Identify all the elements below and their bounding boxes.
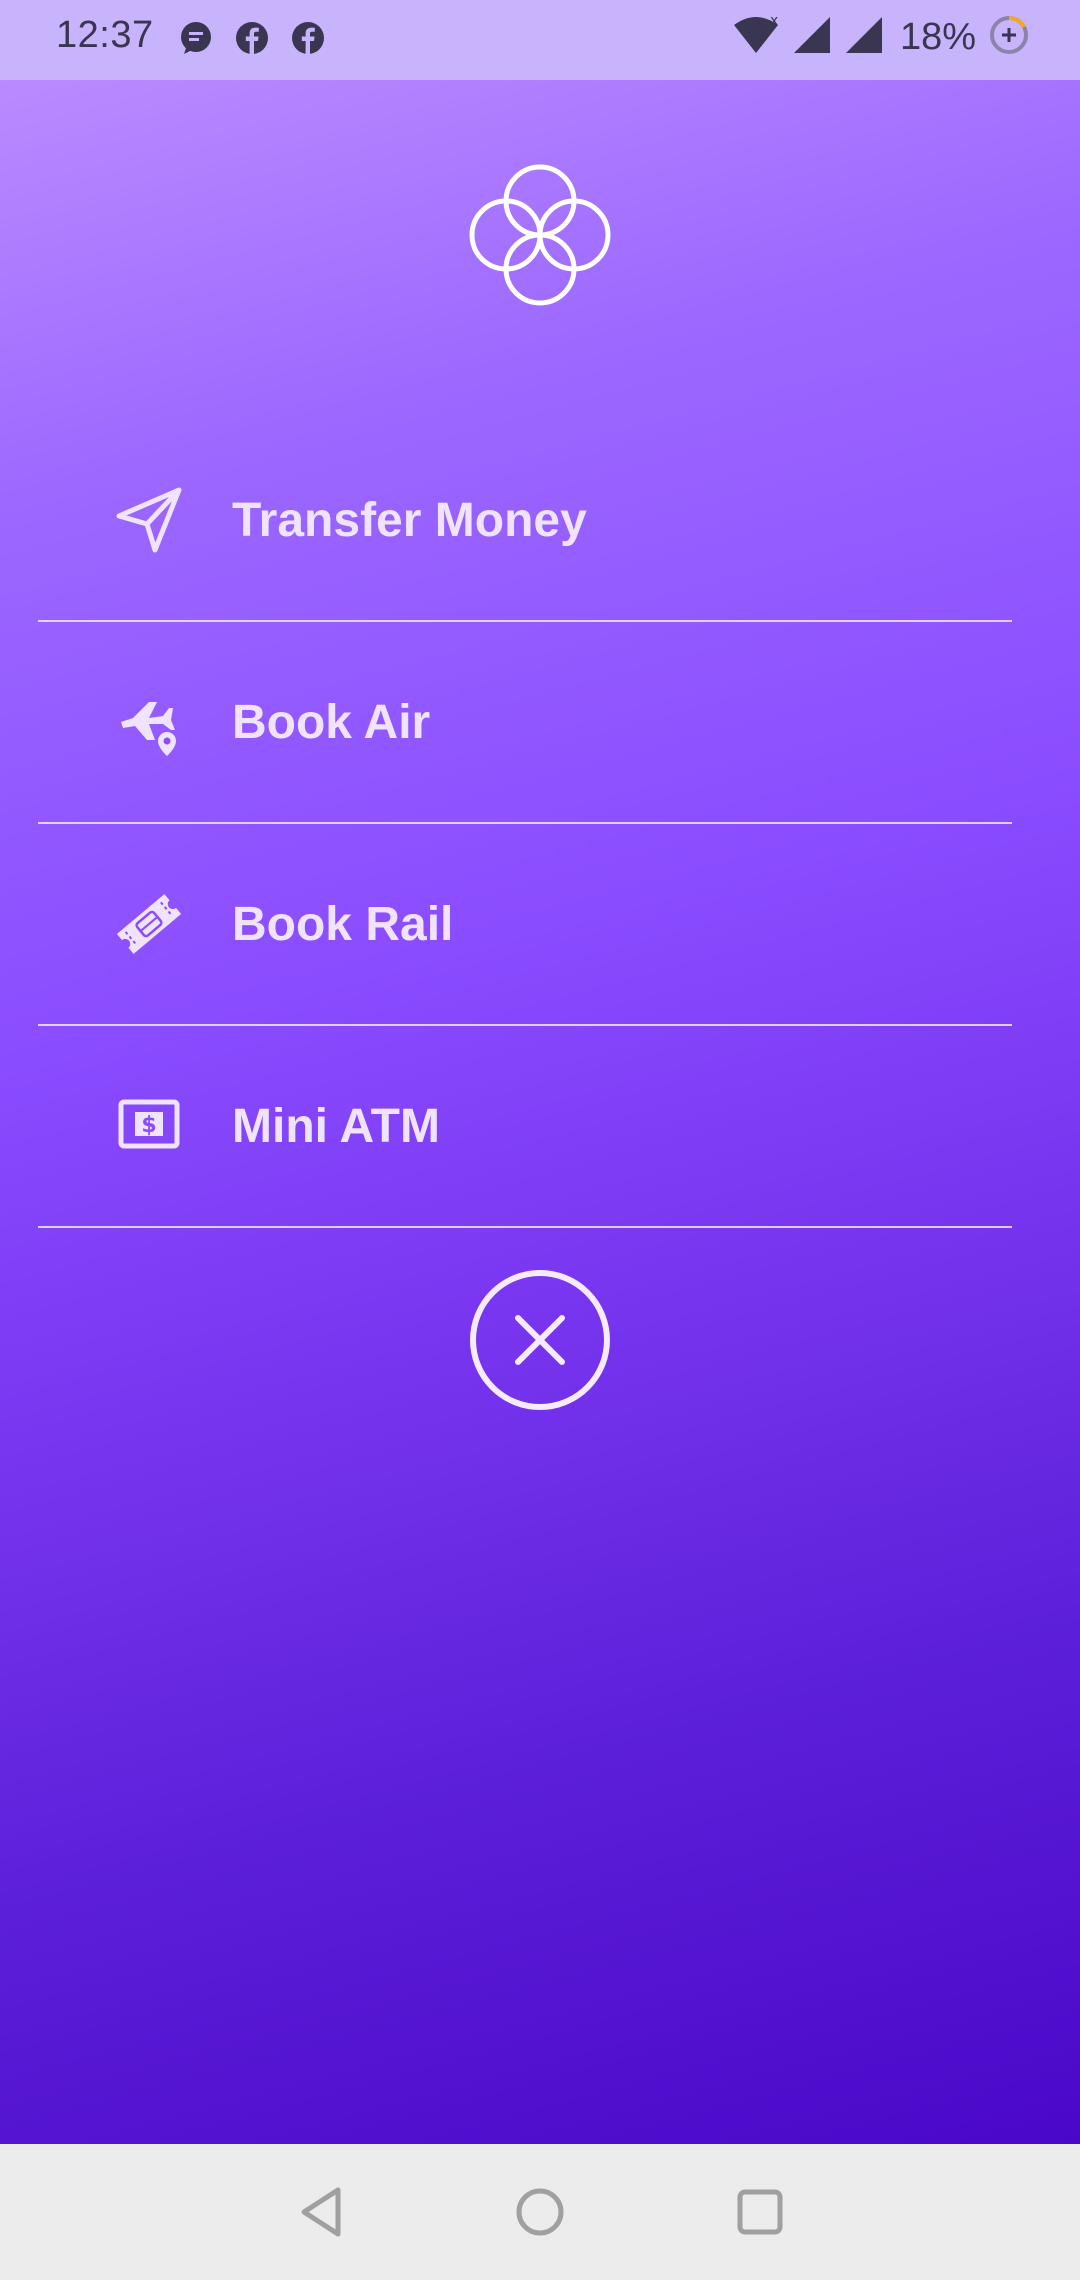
cash-dollar-icon: $ [113,1026,185,1226]
cell-signal-icon [844,15,884,60]
close-button[interactable] [468,1268,612,1412]
train-ticket-icon [113,824,185,1024]
status-time: 12:37 [56,14,154,56]
back-button[interactable] [292,2182,352,2242]
facebook-icon [234,20,270,61]
menu-item-transfer-money[interactable]: Transfer Money [38,420,1012,622]
paper-plane-icon [113,420,185,620]
battery-saver-icon [988,14,1030,61]
back-triangle-icon [301,2187,341,2237]
menu-item-label: Mini ATM [232,1099,440,1153]
menu-item-book-air[interactable]: Book Air [38,622,1012,824]
svg-text:$: $ [141,1113,156,1138]
menu-item-book-rail[interactable]: Book Rail [38,824,1012,1026]
action-menu: Transfer Money Book Air Book Rail $ Mini… [38,420,1012,1228]
menu-item-mini-atm[interactable]: $ Mini ATM [38,1026,1012,1228]
interlocking-circles-logo-icon [465,160,615,310]
close-circle-icon [470,1270,610,1410]
status-right-icons: x 18% [732,13,1030,61]
status-bar: 12:37 x 18% [0,0,1080,80]
wifi-icon: x [732,13,780,60]
main-panel: Transfer Money Book Air Book Rail $ Mini… [0,80,1080,2144]
battery-percent: 18% [899,16,976,58]
facebook-icon [290,20,326,61]
home-circle-icon [516,2188,564,2236]
menu-item-label: Transfer Money [232,493,587,547]
chat-bubble-icon [178,20,214,61]
menu-item-label: Book Rail [232,897,454,951]
home-button[interactable] [510,2182,570,2242]
recents-button[interactable] [730,2182,790,2242]
svg-text:x: x [770,15,778,29]
airplane-location-icon [113,622,185,822]
notification-icons [178,20,326,61]
recents-square-icon [737,2189,783,2235]
system-nav-bar [0,2144,1080,2280]
cell-signal-icon [792,15,832,60]
menu-item-label: Book Air [232,695,431,749]
